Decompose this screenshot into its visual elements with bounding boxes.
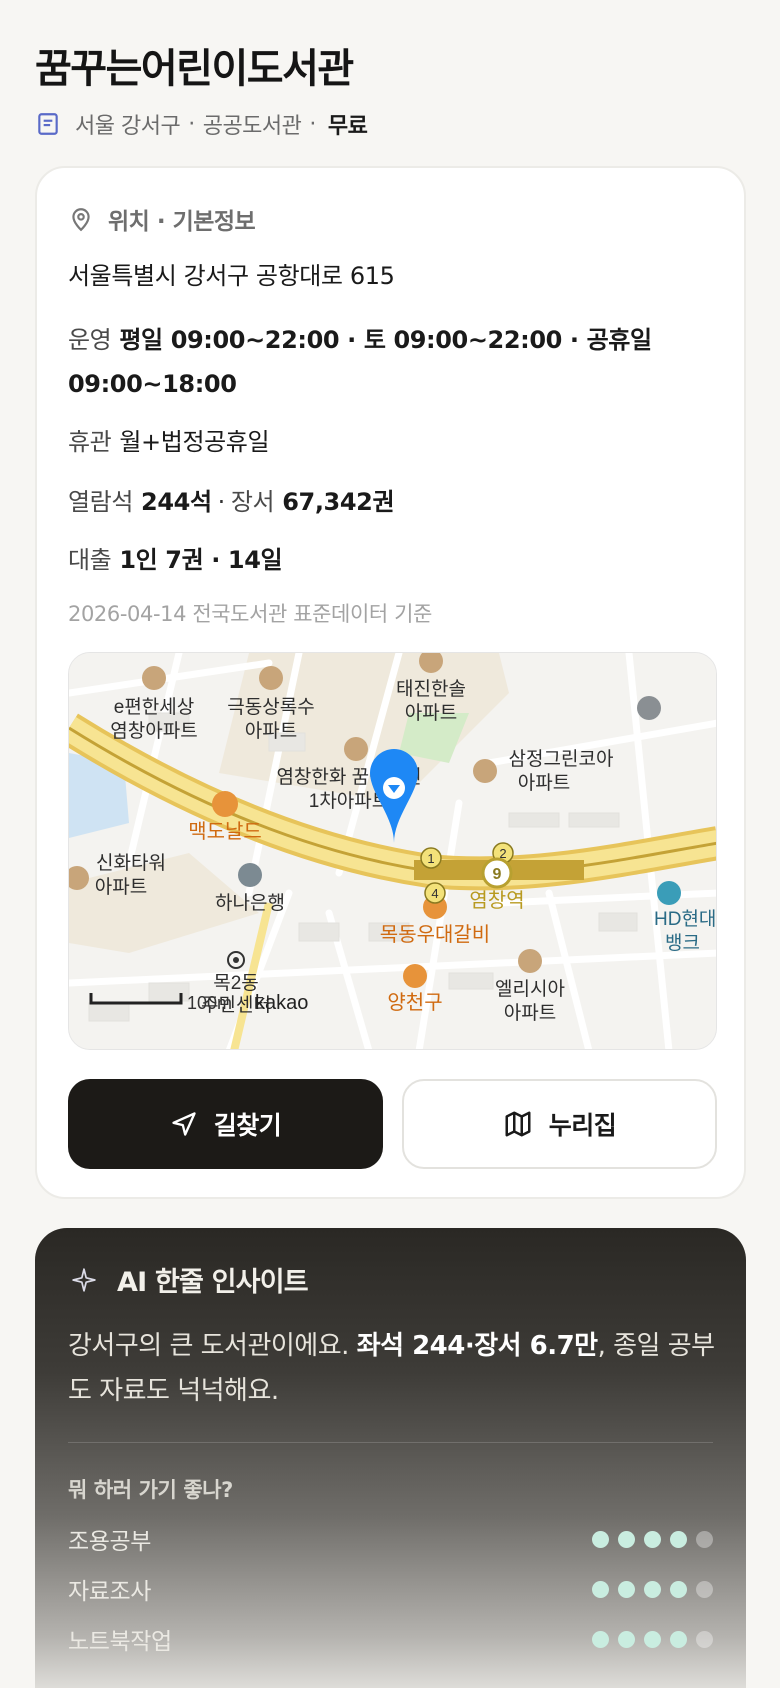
library-type: 공공도서관 xyxy=(202,114,302,139)
bank-icon xyxy=(238,863,262,887)
map-label-apt5a: 삼정그린코아 xyxy=(509,748,614,770)
seats-books: 열람석 244석 · 장서 67,342권 xyxy=(68,488,395,516)
rating-dot xyxy=(592,1630,609,1648)
map-label-apt5b: 아파트 xyxy=(518,772,570,794)
books-label: 장서 xyxy=(230,488,275,516)
map-label-elysia1: 엘리시아 xyxy=(495,978,565,1000)
map-brand: kakao xyxy=(255,992,308,1014)
map-label-station: 염창역 xyxy=(469,889,524,912)
map-label-bank: 하나은행 xyxy=(215,892,285,914)
rating-dot xyxy=(592,1580,609,1598)
rating-dot xyxy=(618,1530,635,1548)
line-9-label: 9 xyxy=(493,866,502,883)
books-value: 67,342권 xyxy=(282,488,395,516)
activity-name: 노트북작업 xyxy=(68,1629,172,1655)
rating-dot xyxy=(670,1630,687,1648)
homepage-label: 누리집 xyxy=(548,1111,617,1140)
rating-dot xyxy=(696,1580,713,1598)
map-label-apt1a: e편한세상 xyxy=(114,696,195,718)
seats-label: 열람석 xyxy=(68,488,134,516)
ai-insight-card: AI 한줄 인사이트 강서구의 큰 도서관이에요. 좌석 244·장서 6.7만… xyxy=(35,1228,746,1688)
info-section-title: 위치 · 기본정보 xyxy=(108,209,256,235)
activity-row: 노트북작업 xyxy=(68,1622,713,1656)
activity-row: 자료조사 xyxy=(68,1572,713,1606)
sparkle-icon xyxy=(72,1267,96,1292)
ai-insight-header: AI 한줄 인사이트 xyxy=(71,1260,309,1299)
map-label-apt6a: 신화타워 xyxy=(96,852,166,874)
ai-insight-highlight: 좌석 244·장서 6.7만 xyxy=(356,1331,598,1361)
loan-policy: 대출 1인 7권 · 14일 xyxy=(68,540,283,575)
map-label-hd2: 뱅크 xyxy=(665,932,700,954)
info-card: 위치 · 기본정보 서울특별시 강서구 공항대로 615 운영 평일 09:00~… xyxy=(35,166,746,1199)
restaurant-icon xyxy=(212,791,238,817)
directions-button[interactable]: 길찾기 xyxy=(68,1079,383,1169)
rating-dot xyxy=(670,1530,687,1548)
ai-insight-title: AI 한줄 인사이트 xyxy=(117,1267,309,1298)
exit-4-label: 4 xyxy=(431,886,438,901)
hours-value: 평일 09:00~22:00 · 토 09:00~22:00 · 공휴일 09:… xyxy=(68,326,652,398)
loan-value: 1인 7권 · 14일 xyxy=(119,546,283,574)
location-map[interactable]: 1 2 4 9 e편한세상 염창아파트 극동상록수 아파트 태진한솔 아파트 염… xyxy=(68,652,717,1050)
map-canvas[interactable]: 1 2 4 9 e편한세상 염창아파트 극동상록수 아파트 태진한솔 아파트 염… xyxy=(69,653,717,1050)
scale-label: 100m xyxy=(187,993,232,1013)
activity-question: 뭐 하러 가기 좋나? xyxy=(68,1478,233,1502)
rating-dot xyxy=(592,1530,609,1548)
activity-row: 조용공부 xyxy=(68,1522,713,1556)
loan-label: 대출 xyxy=(68,546,112,574)
map-label-apt6b: 아파트 xyxy=(95,876,147,898)
map-label-apt2a: 극동상록수 xyxy=(227,696,314,718)
hospital-icon xyxy=(657,881,681,905)
info-section-header: 위치 · 기본정보 xyxy=(68,202,256,236)
map-label-yangcheon: 양천구 xyxy=(387,991,442,1014)
directions-label: 길찾기 xyxy=(213,1111,282,1140)
map-icon xyxy=(505,1111,531,1137)
divider xyxy=(68,1442,713,1443)
homepage-button[interactable]: 누리집 xyxy=(402,1079,717,1169)
rating-dot xyxy=(618,1580,635,1598)
activity-rating xyxy=(592,1580,713,1598)
map-label-elysia2: 아파트 xyxy=(504,1002,556,1024)
map-label-hd1: HD현대 xyxy=(654,908,716,930)
map-label-galbi: 목동우대갈비 xyxy=(380,923,490,946)
rating-dot xyxy=(696,1630,713,1648)
map-label-apt2b: 아파트 xyxy=(245,720,297,742)
closed-label: 휴관 xyxy=(68,428,112,456)
activity-rating xyxy=(592,1530,713,1548)
library-fee: 무료 xyxy=(327,114,368,139)
rating-dot xyxy=(644,1530,661,1548)
seats-value: 244석 xyxy=(141,488,212,516)
rating-dot xyxy=(644,1630,661,1648)
data-source: 2026-04-14 전국도서관 표준데이터 기준 xyxy=(68,602,432,626)
library-meta: 서울 강서구 · 공공도서관 · 무료 xyxy=(35,108,368,140)
address: 서울특별시 강서구 공항대로 615 xyxy=(68,262,395,290)
exit-1-label: 1 xyxy=(427,851,434,866)
document-icon xyxy=(38,113,58,135)
activity-rating xyxy=(592,1630,713,1648)
map-label-apt3a: 태진한솔 xyxy=(396,678,466,700)
page-title: 꿈꾸는어린이도서관 xyxy=(35,46,354,92)
activity-name: 조용공부 xyxy=(68,1529,152,1555)
hours-label: 운영 xyxy=(68,326,112,354)
location-pin-icon xyxy=(72,208,90,232)
activity-name: 자료조사 xyxy=(68,1579,152,1605)
closed-days: 휴관 월+법정공휴일 xyxy=(68,422,270,457)
library-district: 서울 강서구 xyxy=(75,114,181,139)
map-label-apt1b: 염창아파트 xyxy=(110,720,197,742)
rating-dot xyxy=(644,1580,661,1598)
map-label-apt3b: 아파트 xyxy=(405,702,457,724)
map-label-mok1: 목2동 xyxy=(213,973,259,994)
shopping-icon xyxy=(403,964,427,988)
ai-insight-text: 강서구의 큰 도서관이에요. 좌석 244·장서 6.7만, 종일 공부도 자료… xyxy=(68,1331,715,1406)
map-label-mcd: 맥도날드 xyxy=(188,820,262,843)
closed-value: 월+법정공휴일 xyxy=(119,428,270,456)
rating-dot xyxy=(618,1630,635,1648)
navigation-arrow-icon xyxy=(172,1112,196,1136)
rating-dot xyxy=(696,1530,713,1548)
operating-hours: 운영 평일 09:00~22:00 · 토 09:00~22:00 · 공휴일 0… xyxy=(68,318,717,406)
rating-dot xyxy=(670,1580,687,1598)
